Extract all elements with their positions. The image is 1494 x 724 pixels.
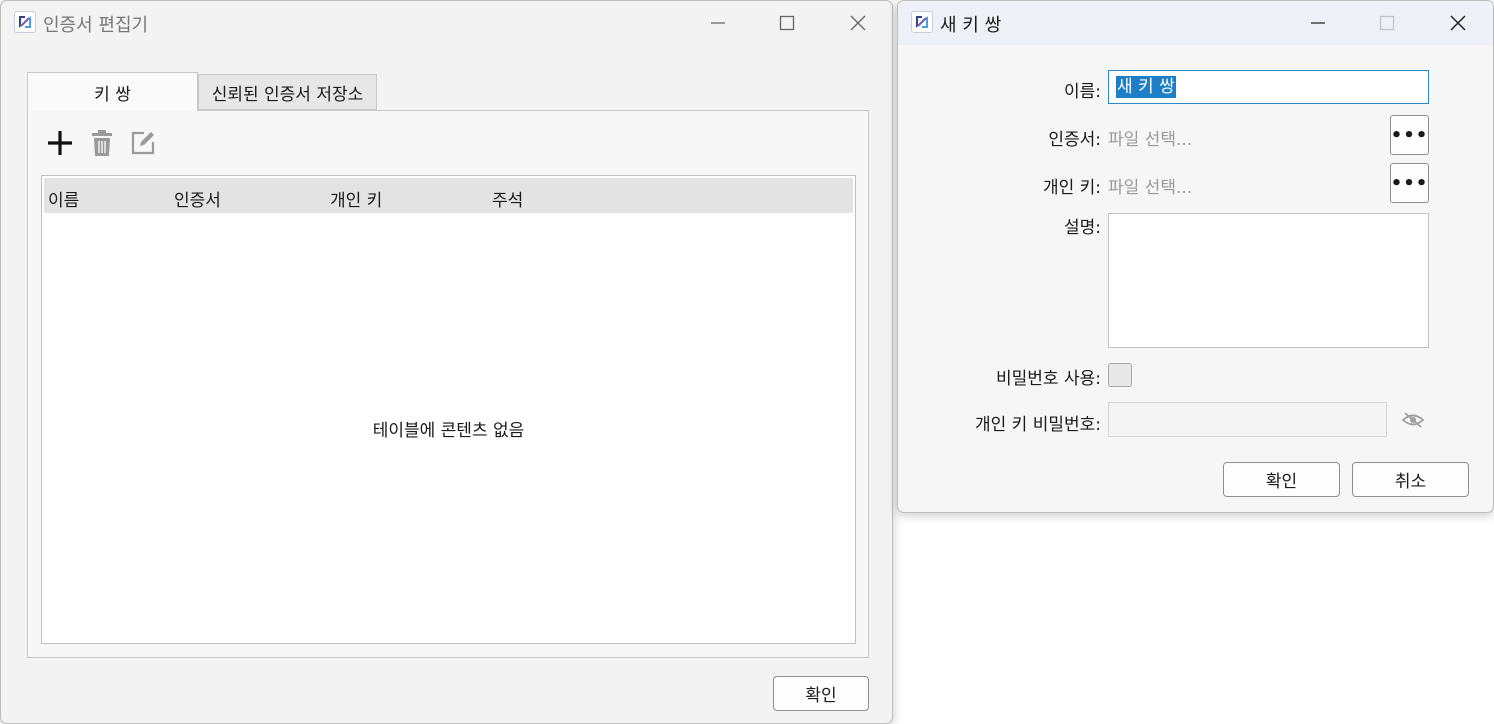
certificate-editor-window: 인증서 편집기 키 쌍 신뢰된 인증서 저장소 이름 인증서 개인 키 주석 테… — [0, 0, 893, 724]
plus-icon — [48, 131, 72, 155]
use-password-label: 비밀번호 사용: — [996, 369, 1101, 389]
dialog-app-logo-icon — [911, 11, 933, 33]
column-header-comment[interactable]: 주석 — [492, 186, 523, 211]
tab-key-pair[interactable]: 키 쌍 — [27, 72, 198, 111]
certificate-browse-button[interactable]: ••• — [1390, 115, 1429, 155]
main-title-bar[interactable]: 인증서 편집기 — [1, 1, 892, 45]
use-password-checkbox[interactable] — [1108, 363, 1132, 387]
maximize-button[interactable] — [767, 7, 807, 39]
trash-icon — [92, 130, 112, 156]
tab-key-pair-label: 키 쌍 — [94, 84, 131, 105]
dialog-close-button[interactable] — [1438, 7, 1478, 39]
description-textarea[interactable] — [1108, 213, 1429, 348]
close-button[interactable] — [838, 7, 878, 39]
name-label: 이름: — [1063, 82, 1101, 102]
certificate-file-placeholder[interactable]: 파일 선택... — [1108, 125, 1192, 150]
certificate-label: 인증서: — [1048, 130, 1101, 150]
private-key-file-placeholder[interactable]: 파일 선택... — [1108, 173, 1192, 198]
table-empty-message: 테이블에 콘텐츠 없음 — [372, 421, 525, 441]
new-key-pair-dialog: 새 키 쌍 이름: 새 키 쌍 인증서: 파일 선택... ••• 개인 키: … — [897, 0, 1494, 513]
column-header-name[interactable]: 이름 — [48, 186, 79, 211]
delete-button[interactable] — [84, 125, 120, 161]
private-key-password-input[interactable] — [1108, 402, 1387, 437]
main-window-title: 인증서 편집기 — [43, 15, 149, 36]
dialog-title: 새 키 쌍 — [940, 15, 1002, 36]
dialog-minimize-button[interactable] — [1298, 7, 1338, 39]
private-key-password-label: 개인 키 비밀번호: — [974, 415, 1101, 435]
eye-slash-icon[interactable] — [1401, 411, 1425, 429]
private-key-label: 개인 키: — [1042, 178, 1101, 198]
private-key-browse-button[interactable]: ••• — [1390, 163, 1429, 203]
column-header-private-key[interactable]: 개인 키 — [330, 186, 382, 211]
tab-trusted-cert-store-label: 신뢰된 인증서 저장소 — [211, 84, 364, 105]
key-pair-table[interactable]: 이름 인증서 개인 키 주석 테이블에 콘텐츠 없음 — [41, 175, 856, 644]
dialog-cancel-button[interactable]: 취소 — [1352, 462, 1469, 497]
add-button[interactable] — [42, 125, 78, 161]
edit-button[interactable] — [125, 125, 161, 161]
column-header-certificate[interactable]: 인증서 — [174, 186, 221, 211]
dialog-ok-button[interactable]: 확인 — [1223, 462, 1340, 497]
minimize-button[interactable] — [698, 7, 738, 39]
edit-icon — [131, 131, 155, 155]
main-ok-button[interactable]: 확인 — [773, 676, 869, 711]
app-logo-icon — [14, 11, 36, 33]
dialog-maximize-button — [1367, 7, 1407, 39]
dialog-title-bar[interactable]: 새 키 쌍 — [898, 1, 1493, 45]
tab-trusted-cert-store[interactable]: 신뢰된 인증서 저장소 — [198, 74, 377, 110]
name-input-value: 새 키 쌍 — [1116, 76, 1176, 98]
description-label: 설명: — [1063, 218, 1101, 238]
table-header: 이름 인증서 개인 키 주석 — [44, 178, 853, 213]
name-input[interactable]: 새 키 쌍 — [1108, 70, 1429, 104]
